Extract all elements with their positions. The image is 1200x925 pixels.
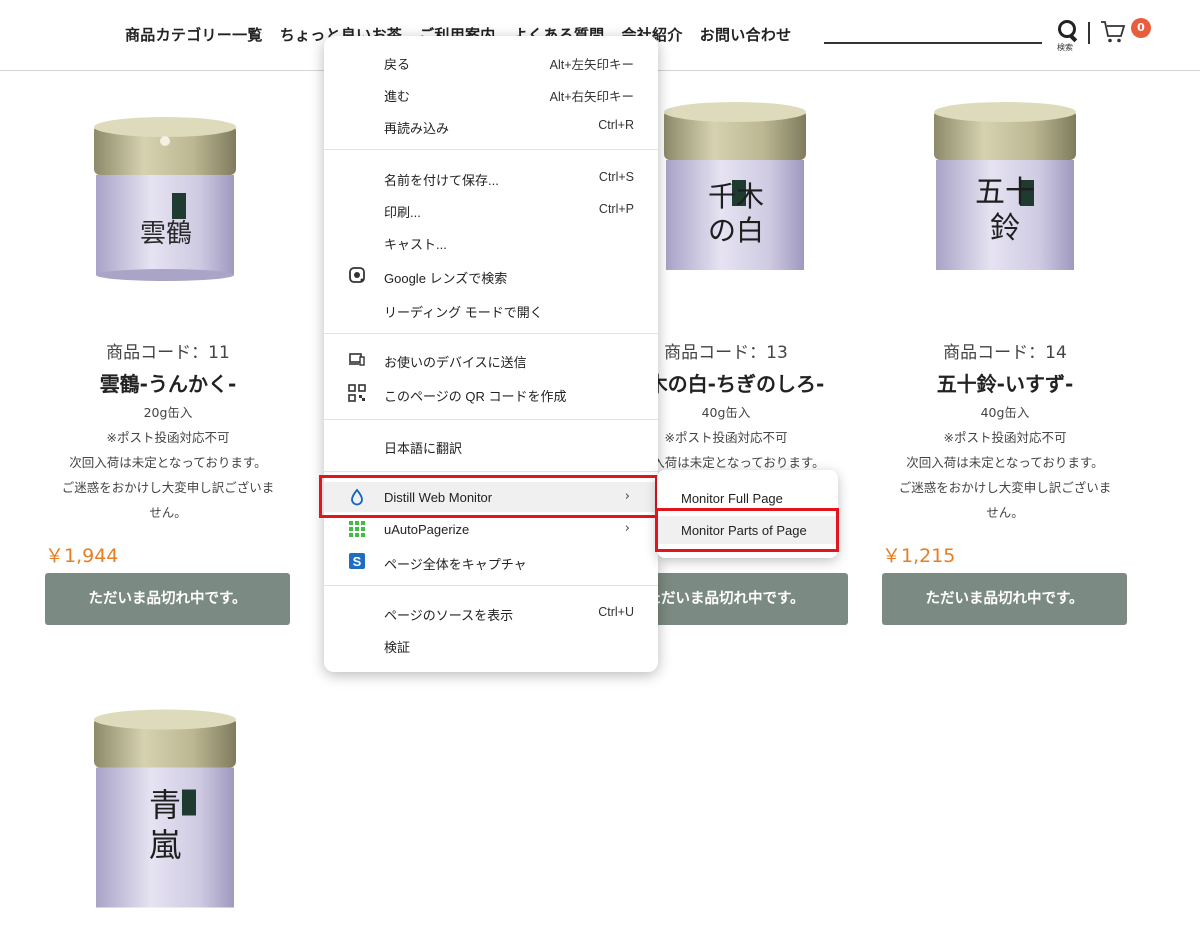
can-label-chigi: 千木の白 [707, 180, 764, 247]
menu-item-view-source[interactable]: ページのソースを表示 Ctrl+U [324, 597, 658, 627]
product-image-unkaku[interactable] [90, 115, 240, 285]
menu-item-send-to-device[interactable]: お使いのデバイスに送信 [324, 344, 658, 374]
menu-item-back[interactable]: 戻る Alt+左矢印キー [324, 46, 658, 76]
sold-out-button[interactable]: ただいま品切れ中です。 [882, 573, 1127, 625]
menu-item-reading-mode[interactable]: リーディング モードで開く [324, 294, 658, 324]
qr-code-icon [348, 384, 366, 402]
google-lens-icon [349, 267, 365, 283]
menu-item-capture-page[interactable]: S ページ全体をキャプチャ [324, 546, 658, 576]
menu-item-reload[interactable]: 再読み込み Ctrl+R [324, 110, 658, 140]
product-description: 20g缶入 ※ポスト投函対応不可 次回入荷は未定となっております。 ご迷惑をおか… [61, 405, 275, 520]
cart-count-badge: 0 [1131, 18, 1151, 38]
product-name[interactable]: 雲鶴-うんかく- [45, 368, 291, 397]
grid-icon [349, 521, 365, 537]
nav-item-contact[interactable]: お問い合わせ [700, 24, 792, 45]
product-description: 40g缶入 ※ポスト投函対応不可 次回入荷は未定となっております。 ご迷惑をおか… [898, 405, 1112, 520]
can-label-unkaku: 雲鶴 [140, 219, 193, 249]
header-divider [1088, 22, 1090, 44]
menu-item-print[interactable]: 印刷... Ctrl+P [324, 194, 658, 224]
capture-icon: S [349, 553, 365, 569]
product-code: 商品コード：14 [943, 343, 1067, 363]
annotation-highlight-monitor-parts [655, 508, 839, 552]
product-code: 商品コード：11 [106, 343, 230, 363]
cart-icon [1101, 21, 1126, 43]
chevron-right-icon: › [624, 521, 630, 536]
can-label-seiran: 青嵐 [148, 786, 181, 864]
menu-item-qr-code[interactable]: このページの QR コードを作成 [324, 378, 658, 408]
product-price: ￥1,215 [882, 545, 956, 567]
search-caption: 検索 [1057, 43, 1073, 52]
menu-item-save-as[interactable]: 名前を付けて保存... Ctrl+S [324, 162, 658, 192]
devices-icon [349, 353, 365, 366]
sold-out-button[interactable]: ただいま品切れ中です。 [45, 573, 290, 625]
menu-item-forward[interactable]: 進む Alt+右矢印キー [324, 78, 658, 108]
menu-item-google-lens[interactable]: Google レンズで検索 [324, 260, 658, 290]
cart-button[interactable] [1100, 20, 1126, 44]
context-menu: 戻る Alt+左矢印キー 進む Alt+右矢印キー 再読み込み Ctrl+R 名前を付… [324, 36, 658, 672]
menu-item-cast[interactable]: キャスト... [324, 226, 658, 256]
product-name[interactable]: 五十鈴-いすず- [882, 368, 1128, 397]
menu-item-uautopagerize[interactable]: uAutoPagerize › [324, 514, 658, 544]
annotation-highlight-distill [319, 475, 658, 518]
search-input[interactable] [824, 42, 1042, 44]
can-label-isuzu: 五十鈴 [975, 175, 1035, 246]
product-price: ￥1,944 [45, 545, 119, 567]
menu-item-translate[interactable]: 日本語に翻訳 [324, 430, 658, 460]
svg-text:S: S [353, 554, 362, 569]
search-button[interactable]: 検索 [1055, 18, 1081, 52]
menu-item-inspect[interactable]: 検証 [324, 629, 658, 659]
nav-item-categories[interactable]: 商品カテゴリー一覧 [125, 24, 263, 45]
